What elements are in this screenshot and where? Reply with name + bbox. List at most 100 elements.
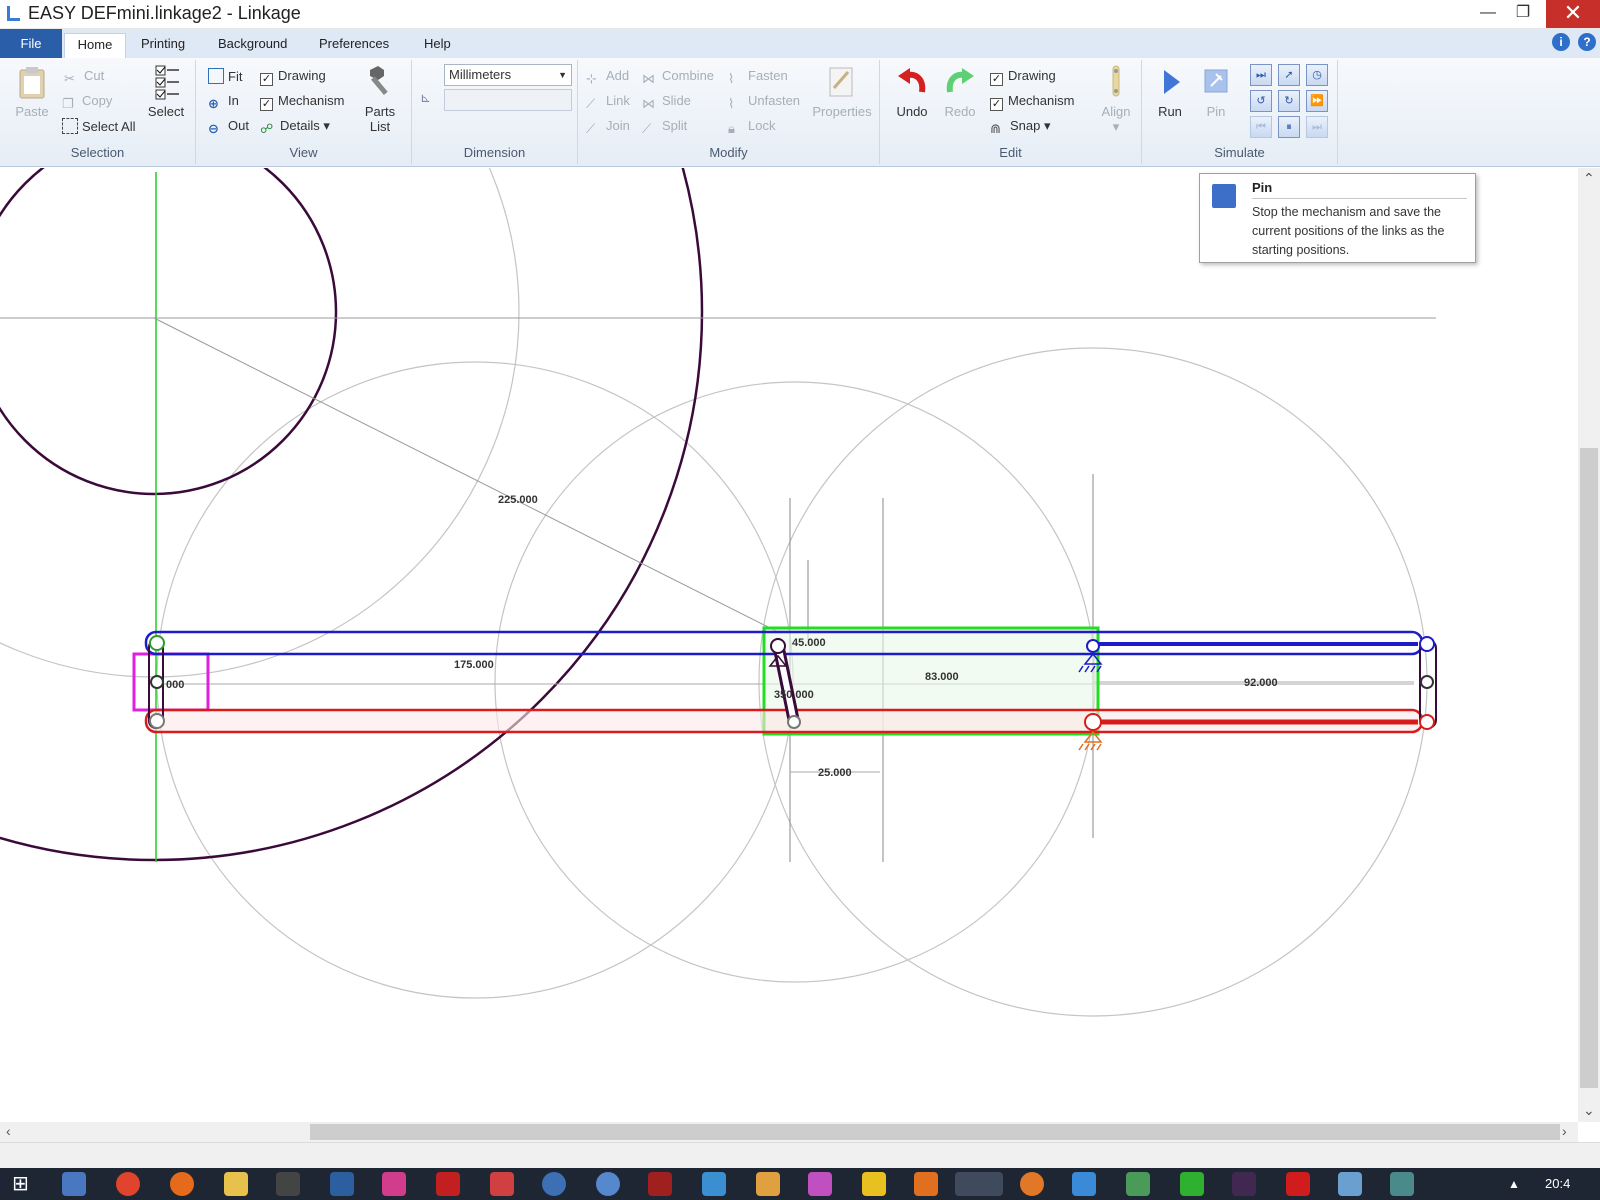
view-mechanism-checkbox[interactable]: ✓ Mechanism [260, 93, 344, 111]
step-forward-icon[interactable]: ⏭ [1306, 116, 1328, 138]
taskbar-app-icon[interactable] [1390, 1172, 1414, 1196]
taskbar-app-icon[interactable] [330, 1172, 354, 1196]
taskbar-app-icon[interactable] [1020, 1172, 1044, 1196]
lock-button[interactable]: 🔒︎ Lock [728, 118, 775, 137]
taskbar-app-icon[interactable] [490, 1172, 514, 1196]
taskbar-app-icon[interactable] [648, 1172, 672, 1196]
fasten-button[interactable]: ⌇ Fasten [728, 68, 788, 87]
split-button[interactable]: ⟋ Split [642, 118, 687, 137]
rotate-left-icon[interactable]: ↺ [1250, 90, 1272, 112]
slide-button[interactable]: ⋈ Slide [642, 93, 691, 112]
taskbar-app-icon[interactable] [1338, 1172, 1362, 1196]
linkage-taskbar-button[interactable] [955, 1172, 1003, 1196]
taskbar-app-icon[interactable] [1232, 1172, 1256, 1196]
fast-forward-all-icon[interactable]: ⏩ [1306, 90, 1328, 112]
select-all-button[interactable]: Select All [62, 118, 135, 134]
cut-button[interactable]: ✂ Cut [64, 68, 104, 87]
fast-forward-icon[interactable]: ⏭ [1250, 64, 1272, 86]
maximize-button[interactable]: ❐ [1506, 0, 1540, 28]
snap-dropdown[interactable]: ⋒ Snap ▾ [990, 118, 1051, 137]
tray-chevron-icon[interactable]: ▲ [1508, 1172, 1524, 1196]
drawing-canvas[interactable]: 225.000 175.000 45.000 83.000 92.000 25.… [0, 168, 1578, 1122]
edit-drawing-checkbox[interactable]: ✓ Drawing [990, 68, 1056, 86]
taskbar-app-icon[interactable] [756, 1172, 780, 1196]
fit-button[interactable]: Fit [208, 68, 242, 84]
taskbar-app-icon[interactable] [1180, 1172, 1204, 1196]
tab-background[interactable]: Background [212, 33, 293, 58]
taskbar-app-icon[interactable] [702, 1172, 726, 1196]
run-button[interactable]: Run [1148, 64, 1192, 119]
cursor-icon[interactable]: ➚ [1278, 64, 1300, 86]
add-button[interactable]: ⊹ Add [586, 68, 629, 87]
parts-list-button[interactable]: Parts List [356, 64, 404, 134]
horizontal-scrollbar[interactable]: ‹ › [0, 1122, 1578, 1142]
vertical-scrollbar[interactable]: ⌃ ⌄ [1578, 168, 1600, 1122]
pin-icon [1212, 184, 1236, 208]
tab-preferences[interactable]: Preferences [313, 33, 395, 58]
dimension-value-input[interactable] [444, 89, 572, 111]
align-button[interactable]: Align ▾ [1094, 64, 1138, 135]
taskbar-app-icon[interactable] [862, 1172, 886, 1196]
taskbar-app-icon[interactable] [276, 1172, 300, 1196]
zoom-in-button[interactable]: ⊕ In [208, 93, 239, 112]
minimize-button[interactable]: — [1471, 0, 1505, 28]
horizontal-scroll-thumb[interactable] [310, 1124, 1560, 1140]
chrome-icon[interactable] [116, 1172, 140, 1196]
select-button[interactable]: Select [144, 64, 188, 119]
details-dropdown[interactable]: ☍ Details ▾ [260, 118, 330, 137]
taskbar-app-icon[interactable] [1072, 1172, 1096, 1196]
taskbar-app-icon[interactable] [596, 1172, 620, 1196]
scroll-up-icon[interactable]: ⌃ [1583, 170, 1595, 187]
skip-back-icon[interactable]: ⏮ [1250, 116, 1272, 138]
scroll-down-icon[interactable]: ⌄ [1583, 1102, 1595, 1119]
scroll-left-icon[interactable]: ‹ [6, 1123, 11, 1139]
firefox-icon[interactable] [170, 1172, 194, 1196]
dimension-group-label: Dimension [463, 145, 526, 160]
tab-file[interactable]: File [0, 29, 62, 58]
windows-start-icon[interactable]: ⊞ [12, 1172, 36, 1196]
help-icon[interactable]: ? [1578, 33, 1596, 51]
vertical-scroll-thumb[interactable] [1580, 448, 1598, 1088]
join-button[interactable]: ⟋ Join [586, 118, 630, 137]
info-icon[interactable]: i [1552, 33, 1570, 51]
vlc-icon[interactable] [914, 1172, 938, 1196]
taskbar-app-icon[interactable] [542, 1172, 566, 1196]
tab-help[interactable]: Help [418, 33, 457, 58]
clock-icon[interactable]: ◷ [1306, 64, 1328, 86]
joint [1086, 639, 1100, 653]
pause-icon[interactable]: ⏸ [1278, 116, 1300, 138]
tab-printing[interactable]: Printing [135, 33, 191, 58]
rotate-right-icon[interactable]: ↻ [1278, 90, 1300, 112]
diagonal-guide-line [153, 317, 779, 633]
tab-home[interactable]: Home [64, 33, 126, 58]
units-select[interactable]: Millimeters ▼ [444, 64, 572, 86]
joint [1420, 675, 1434, 689]
combine-button[interactable]: ⋈ Combine [642, 68, 714, 87]
file-explorer-icon[interactable] [224, 1172, 248, 1196]
view-drawing-checkbox[interactable]: ✓ Drawing [260, 68, 326, 86]
scroll-right-icon[interactable]: › [1562, 1123, 1567, 1139]
undo-button[interactable]: Undo [890, 64, 934, 119]
dimension-label: 45.000 [792, 637, 826, 649]
edit-mechanism-checkbox[interactable]: ✓ Mechanism [990, 93, 1074, 111]
taskbar-app-icon[interactable] [1126, 1172, 1150, 1196]
join-label: Join [606, 118, 630, 133]
taskbar-app-icon[interactable] [1286, 1172, 1310, 1196]
dimension-label: 350.000 [774, 689, 814, 701]
pin-button[interactable]: Pin [1194, 64, 1238, 119]
taskbar-app-icon[interactable] [382, 1172, 406, 1196]
properties-button[interactable]: Properties [810, 64, 874, 119]
redo-button[interactable]: Redo [938, 64, 982, 119]
taskbar-app-icon[interactable] [808, 1172, 832, 1196]
modify-group: ⊹ Add ⟋ Link ⟋ Join ⋈ Combine ⋈ Slide ⟋ Split … [578, 60, 880, 164]
zoom-out-button[interactable]: ⊖ Out [208, 118, 249, 137]
lock-label: Lock [748, 118, 776, 133]
unfasten-button[interactable]: ⌇ Unfasten [728, 93, 800, 112]
simulate-group: Run Pin ⏭ ➚ ◷ ↺ ↻ ⏩ ⏮ ⏸ ⏭ Simulate [1142, 60, 1338, 164]
paste-button[interactable]: Paste [8, 64, 56, 119]
taskbar-app-icon[interactable] [62, 1172, 86, 1196]
copy-button[interactable]: ❐ Copy [62, 93, 112, 112]
link-button[interactable]: ⟋ Link [586, 93, 630, 112]
acrobat-icon[interactable] [436, 1172, 460, 1196]
close-button[interactable]: ✕ [1546, 0, 1600, 28]
